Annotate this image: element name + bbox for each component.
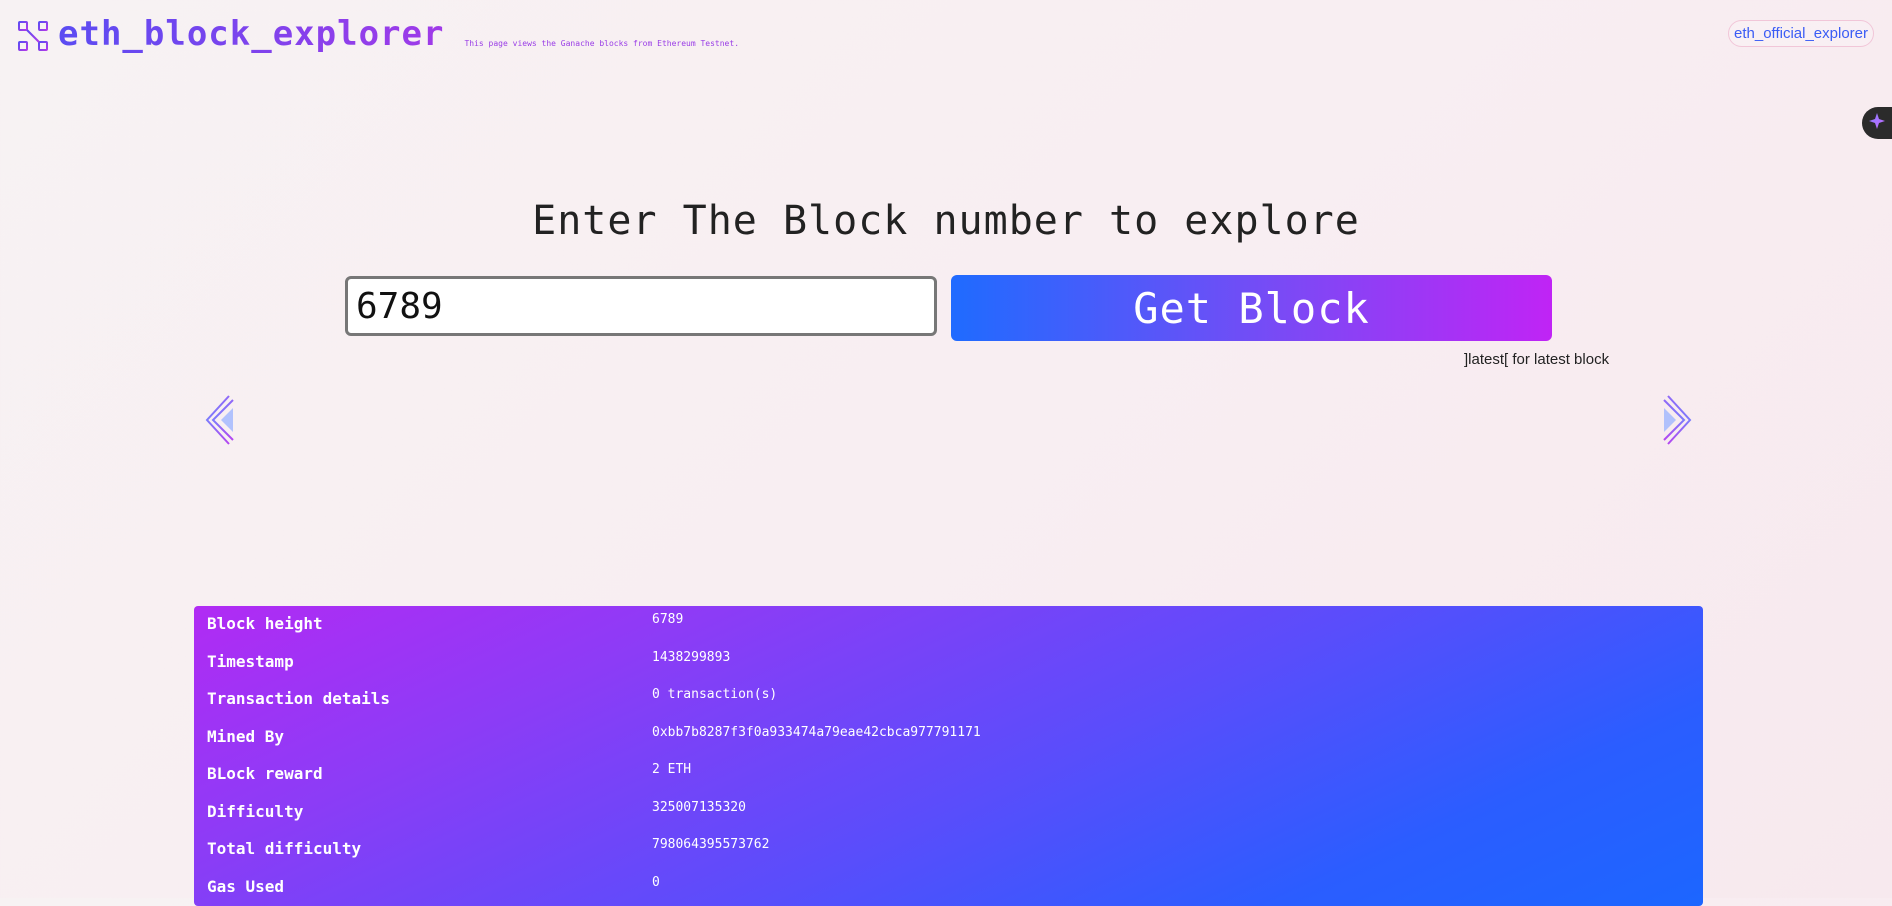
page-title: Enter The Block number to explore [532, 198, 1360, 244]
previous-block-button[interactable] [203, 394, 237, 446]
info-row-block-height: Block height 6789 [194, 606, 1703, 636]
site-header: eth_block_explorer This page views the G… [18, 14, 739, 54]
block-number-input[interactable] [345, 276, 937, 336]
info-value: 2 ETH [652, 762, 692, 777]
sparkle-icon [1868, 112, 1886, 134]
latest-hint: ]latest[ for latest block [1464, 351, 1610, 368]
info-label: Difficulty [207, 802, 304, 821]
blockchain-logo-icon [18, 21, 48, 51]
site-brand[interactable]: eth_block_explorer [58, 14, 444, 54]
info-label: Mined By [207, 727, 285, 746]
info-label: Block height [207, 614, 323, 633]
info-value: 0 [652, 875, 660, 890]
info-label: Transaction details [207, 689, 391, 708]
info-label: Total difficulty [207, 839, 362, 858]
official-explorer-link[interactable]: eth_official_explorer [1728, 20, 1874, 47]
info-row-total-difficulty: Total difficulty 798064395573762 [194, 831, 1703, 861]
info-value: 798064395573762 [652, 837, 770, 852]
info-value: 1438299893 [652, 650, 731, 665]
chevron-right-icon [1660, 395, 1694, 450]
info-label: Timestamp [207, 652, 294, 671]
info-row-mined-by: Mined By 0xbb7b8287f3f0a933474a79eae42cb… [194, 719, 1703, 749]
chevron-left-icon [203, 395, 237, 450]
ai-assistant-button[interactable] [1862, 107, 1892, 139]
info-row-gas-used: Gas Used 0 [194, 869, 1703, 899]
block-info-panel: Block height 6789 Timestamp 1438299893 T… [194, 606, 1703, 906]
info-row-block-reward: BLock reward 2 ETH [194, 756, 1703, 786]
info-row-difficulty: Difficulty 325007135320 [194, 794, 1703, 824]
info-row-timestamp: Timestamp 1438299893 [194, 644, 1703, 674]
info-row-transaction-details: Transaction details 0 transaction(s) [194, 681, 1703, 711]
info-value[interactable]: 0xbb7b8287f3f0a933474a79eae42cbca9777911… [652, 725, 981, 740]
site-subtitle: This page views the Ganache blocks from … [464, 39, 740, 48]
info-value: 0 transaction(s) [652, 687, 778, 702]
info-value: 325007135320 [652, 800, 746, 815]
info-label: BLock reward [207, 764, 323, 783]
next-block-button[interactable] [1660, 394, 1694, 446]
get-block-button[interactable]: Get Block [951, 275, 1552, 341]
info-value: 6789 [652, 612, 684, 627]
info-label: Gas Used [207, 877, 285, 896]
